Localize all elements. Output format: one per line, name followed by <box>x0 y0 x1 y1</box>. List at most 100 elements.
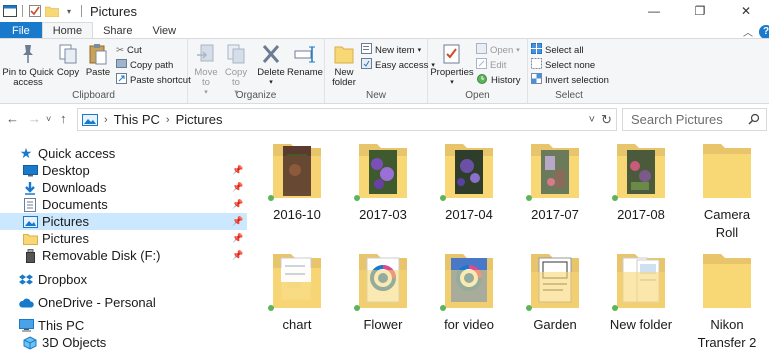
folder-tile[interactable]: Nikon Transfer 2 <box>684 250 769 350</box>
pin-icon[interactable]: 📌 <box>232 165 243 176</box>
maximize-button[interactable]: ❐ <box>677 0 723 22</box>
new-item-button[interactable]: New item ▾ <box>361 43 421 57</box>
pictures-location-icon <box>82 113 98 126</box>
paste-icon <box>88 42 108 66</box>
properties-button[interactable]: Properties ▾ <box>430 42 474 88</box>
up-arrow-icon[interactable]: ↑ <box>60 111 67 126</box>
tab-share[interactable]: Share <box>93 22 142 39</box>
nav-item-onedrive[interactable]: OneDrive - Personal <box>0 294 247 311</box>
dropbox-icon <box>18 273 34 287</box>
tab-view[interactable]: View <box>142 22 186 39</box>
nav-item-dropbox[interactable]: Dropbox <box>0 271 247 288</box>
search-input[interactable]: Search Pictures <box>622 108 767 131</box>
window-title: Pictures <box>90 3 137 19</box>
paste-shortcut-button[interactable]: Paste shortcut <box>116 73 191 87</box>
easy-access-button[interactable]: Easy access ▾ <box>361 58 435 72</box>
tab-home[interactable]: Home <box>41 22 94 39</box>
folder-name: Flower <box>363 317 403 332</box>
open-icon <box>476 43 487 57</box>
folder-name: Garden <box>533 317 577 332</box>
folder-tile[interactable]: 2017-04 <box>426 140 512 224</box>
help-icon[interactable]: ? <box>759 24 769 39</box>
close-button[interactable]: ✕ <box>723 0 769 22</box>
folder-name: for video <box>444 317 494 332</box>
back-arrow-icon[interactable]: ← <box>6 111 19 126</box>
invert-selection-button[interactable]: Invert selection <box>531 73 609 87</box>
nav-item-pictures-folder[interactable]: Pictures 📌 <box>0 230 247 247</box>
properties-check-icon[interactable] <box>28 4 42 18</box>
folder-tile[interactable]: Garden <box>512 250 598 334</box>
new-folder-button[interactable]: New folder <box>329 42 359 88</box>
select-none-button[interactable]: Select none <box>531 58 595 72</box>
explorer-window-icon[interactable] <box>3 4 17 18</box>
pin-icon[interactable]: 📌 <box>232 233 243 244</box>
document-folder-icon <box>523 250 587 312</box>
customize-toolbar-chevron-icon[interactable]: ▾ <box>62 4 76 18</box>
folder-tile[interactable]: 2016-10 <box>254 140 340 224</box>
group-label-select: Select <box>555 90 583 101</box>
breadcrumb-chevron-icon[interactable]: › <box>166 114 170 126</box>
folder-tile[interactable]: 2017-03 <box>340 140 426 224</box>
copy-button[interactable]: Copy <box>54 42 82 78</box>
search-icon[interactable] <box>748 113 760 128</box>
cube-icon <box>22 335 38 350</box>
pin-icon[interactable]: 📌 <box>232 182 243 193</box>
breadcrumb-pictures[interactable]: Pictures <box>176 112 223 127</box>
pin-icon[interactable]: 📌 <box>232 250 243 261</box>
sync-status-icon <box>268 305 274 311</box>
nav-item-pictures[interactable]: Pictures 📌 <box>0 213 247 230</box>
usb-drive-icon <box>22 248 38 263</box>
folder-tile[interactable]: Camera Roll <box>684 140 769 242</box>
group-new: New folder New item ▾ Easy access ▾ New <box>325 39 435 103</box>
nav-item-documents[interactable]: Documents 📌 <box>0 196 247 213</box>
select-all-button[interactable]: Select all <box>531 43 584 57</box>
folder-tile[interactable]: chart <box>254 250 340 334</box>
folder-icon <box>695 140 759 202</box>
file-view: 2016-10 2017-03 2017-04 2017-07 2017-08 <box>254 140 769 350</box>
breadcrumb-this-pc[interactable]: This PC <box>114 112 160 127</box>
folder-tile[interactable]: New folder <box>598 250 684 334</box>
folder-name: New folder <box>609 317 673 332</box>
nav-item-desktop[interactable]: Desktop 📌 <box>0 162 247 179</box>
nav-item-3d-objects[interactable]: 3D Objects <box>0 334 247 350</box>
title-bar: ▾ Pictures — ❐ ✕ <box>0 0 769 22</box>
nav-item-removable-disk[interactable]: Removable Disk (F:) 📌 <box>0 247 247 264</box>
pin-icon[interactable]: 📌 <box>232 199 243 210</box>
folder-tile[interactable]: 2017-07 <box>512 140 598 224</box>
history-button[interactable]: History <box>476 73 521 87</box>
move-to-icon <box>196 42 216 66</box>
cloud-icon <box>18 296 34 310</box>
cut-button[interactable]: ✂ Cut <box>116 43 142 57</box>
nav-item-quick-access[interactable]: ★ Quick access <box>0 145 247 162</box>
nav-item-this-pc[interactable]: This PC <box>0 317 247 334</box>
folder-tile[interactable]: 2017-08 <box>598 140 684 224</box>
folder-tile[interactable]: for video <box>426 250 512 334</box>
collapse-ribbon-icon[interactable]: ︿ <box>743 24 753 39</box>
edit-icon <box>476 58 487 72</box>
address-dropdown-chevron-icon[interactable]: ˅ <box>589 114 595 126</box>
nav-item-downloads[interactable]: Downloads 📌 <box>0 179 247 196</box>
breadcrumb-chevron-icon[interactable]: › <box>104 114 108 126</box>
ribbon: Pin to Quick access Copy Paste ✂ Cut Cop… <box>0 38 769 104</box>
group-open: Properties ▾ Open ▾ Edit History Open <box>428 39 528 103</box>
group-label-organize: Organize <box>235 90 277 101</box>
recent-locations-chevron-icon[interactable]: ˅ <box>46 114 51 124</box>
copy-path-button[interactable]: Copy path <box>116 58 173 72</box>
tab-file[interactable]: File <box>0 22 42 39</box>
open-button[interactable]: Open ▾ <box>476 43 520 57</box>
sync-status-icon <box>440 305 446 311</box>
new-folder-quick-icon[interactable] <box>45 4 59 18</box>
delete-button[interactable]: Delete ▾ <box>256 42 286 88</box>
folder-tile[interactable]: Flower <box>340 250 426 334</box>
pin-to-quick-access-button[interactable]: Pin to Quick access <box>2 42 54 88</box>
refresh-icon[interactable]: ↻ <box>601 112 612 128</box>
address-bar[interactable]: › This PC › Pictures ˅ ↻ <box>77 108 617 131</box>
minimize-button[interactable]: — <box>631 0 677 22</box>
group-label-clipboard: Clipboard <box>72 90 115 101</box>
pin-icon[interactable]: 📌 <box>232 216 243 227</box>
rename-button[interactable]: Rename <box>287 42 323 78</box>
edit-button[interactable]: Edit <box>476 58 506 72</box>
forward-arrow-icon[interactable]: → <box>28 111 41 126</box>
group-select: Select all Select none Invert selection … <box>528 39 610 103</box>
paste-button[interactable]: Paste <box>84 42 112 78</box>
